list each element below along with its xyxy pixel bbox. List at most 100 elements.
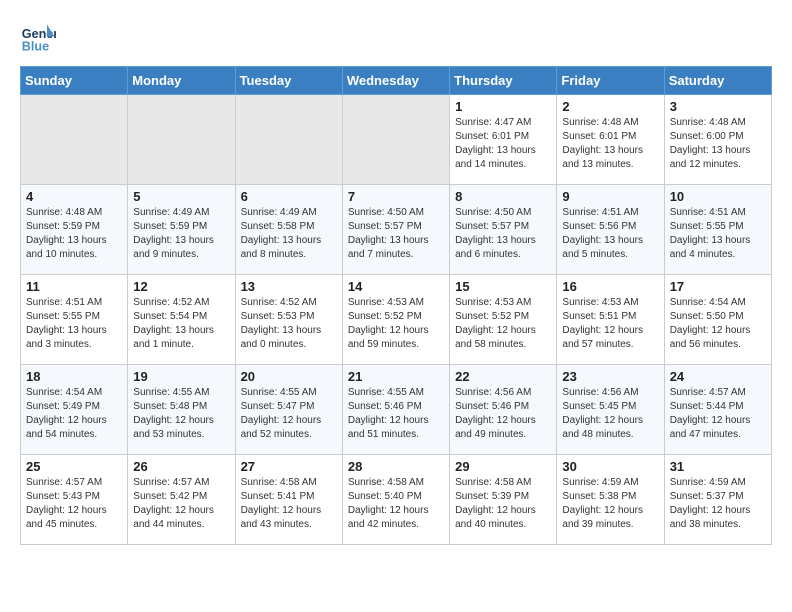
day-number: 25 [26, 459, 122, 474]
calendar-cell: 23 Sunrise: 4:56 AM Sunset: 5:45 PM Dayli… [557, 365, 664, 455]
day-info: Sunrise: 4:53 AM Sunset: 5:52 PM Dayligh… [455, 296, 551, 352]
day-number: 7 [348, 189, 444, 204]
day-number: 13 [241, 279, 337, 294]
calendar-cell: 6 Sunrise: 4:49 AM Sunset: 5:58 PM Daylig… [235, 185, 342, 275]
weekday-header-wednesday: Wednesday [342, 67, 449, 95]
calendar-cell: 16 Sunrise: 4:53 AM Sunset: 5:51 PM Dayli… [557, 275, 664, 365]
calendar-cell: 27Sunrise: 4:58 AM Sunset: 5:41 PM Dayli… [235, 455, 342, 545]
day-info: Sunrise: 4:49 AM Sunset: 5:58 PM Dayligh… [241, 206, 337, 262]
day-info: Sunrise: 4:59 AM Sunset: 5:38 PM Dayligh… [562, 476, 658, 532]
day-number: 18 [26, 369, 122, 384]
svg-text:Blue: Blue [22, 40, 49, 54]
calendar-cell: 25 Sunrise: 4:57 AM Sunset: 5:43 PM Dayli… [21, 455, 128, 545]
calendar-cell: 30 Sunrise: 4:59 AM Sunset: 5:38 PM Dayli… [557, 455, 664, 545]
calendar-cell: 20Sunrise: 4:55 AM Sunset: 5:47 PM Dayli… [235, 365, 342, 455]
weekday-header-thursday: Thursday [450, 67, 557, 95]
day-info: Sunrise: 4:48 AM Sunset: 5:59 PM Dayligh… [26, 206, 122, 262]
calendar-cell: 26 Sunrise: 4:57 AM Sunset: 5:42 PM Dayli… [128, 455, 235, 545]
logo-icon: General Blue [20, 20, 56, 56]
calendar-cell: 2 Sunrise: 4:48 AM Sunset: 6:01 PM Daylig… [557, 95, 664, 185]
day-info: Sunrise: 4:55 AM Sunset: 5:46 PM Dayligh… [348, 386, 444, 442]
day-number: 11 [26, 279, 122, 294]
day-number: 26 [133, 459, 229, 474]
calendar-cell: 28 Sunrise: 4:58 AM Sunset: 5:40 PM Dayli… [342, 455, 449, 545]
day-number: 29 [455, 459, 551, 474]
calendar-cell: 22 Sunrise: 4:56 AM Sunset: 5:46 PM Dayli… [450, 365, 557, 455]
day-number: 4 [26, 189, 122, 204]
day-number: 22 [455, 369, 551, 384]
day-info: Sunrise: 4:51 AM Sunset: 5:55 PM Dayligh… [670, 206, 766, 262]
day-number: 31 [670, 459, 766, 474]
day-number: 12 [133, 279, 229, 294]
calendar-cell: 14Sunrise: 4:53 AM Sunset: 5:52 PM Dayli… [342, 275, 449, 365]
calendar-week-2: 4 Sunrise: 4:48 AM Sunset: 5:59 PM Daylig… [21, 185, 772, 275]
weekday-header-friday: Friday [557, 67, 664, 95]
day-number: 27 [241, 459, 337, 474]
day-number: 1 [455, 99, 551, 114]
calendar-cell: 29 Sunrise: 4:58 AM Sunset: 5:39 PM Dayli… [450, 455, 557, 545]
day-info: Sunrise: 4:55 AM Sunset: 5:47 PM Dayligh… [241, 386, 337, 442]
calendar-cell: 11Sunrise: 4:51 AM Sunset: 5:55 PM Dayli… [21, 275, 128, 365]
day-number: 23 [562, 369, 658, 384]
day-info: Sunrise: 4:58 AM Sunset: 5:40 PM Dayligh… [348, 476, 444, 532]
day-info: Sunrise: 4:56 AM Sunset: 5:46 PM Dayligh… [455, 386, 551, 442]
day-number: 6 [241, 189, 337, 204]
day-info: Sunrise: 4:49 AM Sunset: 5:59 PM Dayligh… [133, 206, 229, 262]
day-info: Sunrise: 4:54 AM Sunset: 5:50 PM Dayligh… [670, 296, 766, 352]
weekday-header-monday: Monday [128, 67, 235, 95]
day-number: 30 [562, 459, 658, 474]
day-number: 21 [348, 369, 444, 384]
day-info: Sunrise: 4:57 AM Sunset: 5:44 PM Dayligh… [670, 386, 766, 442]
calendar-week-3: 11Sunrise: 4:51 AM Sunset: 5:55 PM Dayli… [21, 275, 772, 365]
day-info: Sunrise: 4:59 AM Sunset: 5:37 PM Dayligh… [670, 476, 766, 532]
calendar-cell: 8Sunrise: 4:50 AM Sunset: 5:57 PM Daylig… [450, 185, 557, 275]
calendar-cell: 4 Sunrise: 4:48 AM Sunset: 5:59 PM Daylig… [21, 185, 128, 275]
calendar-cell [235, 95, 342, 185]
day-info: Sunrise: 4:55 AM Sunset: 5:48 PM Dayligh… [133, 386, 229, 442]
day-info: Sunrise: 4:57 AM Sunset: 5:43 PM Dayligh… [26, 476, 122, 532]
calendar-cell: 7Sunrise: 4:50 AM Sunset: 5:57 PM Daylig… [342, 185, 449, 275]
calendar-cell: 19Sunrise: 4:55 AM Sunset: 5:48 PM Dayli… [128, 365, 235, 455]
calendar-week-1: 1 Sunrise: 4:47 AM Sunset: 6:01 PM Daylig… [21, 95, 772, 185]
day-number: 24 [670, 369, 766, 384]
calendar-cell: 17 Sunrise: 4:54 AM Sunset: 5:50 PM Dayli… [664, 275, 771, 365]
day-number: 17 [670, 279, 766, 294]
day-info: Sunrise: 4:56 AM Sunset: 5:45 PM Dayligh… [562, 386, 658, 442]
day-info: Sunrise: 4:48 AM Sunset: 6:00 PM Dayligh… [670, 116, 766, 172]
calendar-cell: 18 Sunrise: 4:54 AM Sunset: 5:49 PM Dayli… [21, 365, 128, 455]
calendar-table: SundayMondayTuesdayWednesdayThursdayFrid… [20, 66, 772, 545]
day-number: 9 [562, 189, 658, 204]
weekday-header-saturday: Saturday [664, 67, 771, 95]
calendar-cell: 21 Sunrise: 4:55 AM Sunset: 5:46 PM Dayli… [342, 365, 449, 455]
day-info: Sunrise: 4:53 AM Sunset: 5:51 PM Dayligh… [562, 296, 658, 352]
day-info: Sunrise: 4:47 AM Sunset: 6:01 PM Dayligh… [455, 116, 551, 172]
weekday-header-sunday: Sunday [21, 67, 128, 95]
day-info: Sunrise: 4:54 AM Sunset: 5:49 PM Dayligh… [26, 386, 122, 442]
day-number: 3 [670, 99, 766, 114]
calendar-cell: 10 Sunrise: 4:51 AM Sunset: 5:55 PM Dayli… [664, 185, 771, 275]
calendar-cell [128, 95, 235, 185]
day-number: 5 [133, 189, 229, 204]
day-info: Sunrise: 4:53 AM Sunset: 5:52 PM Dayligh… [348, 296, 444, 352]
calendar-cell [342, 95, 449, 185]
logo: General Blue [20, 20, 60, 56]
day-number: 10 [670, 189, 766, 204]
day-number: 16 [562, 279, 658, 294]
day-info: Sunrise: 4:50 AM Sunset: 5:57 PM Dayligh… [455, 206, 551, 262]
day-info: Sunrise: 4:51 AM Sunset: 5:56 PM Dayligh… [562, 206, 658, 262]
day-info: Sunrise: 4:57 AM Sunset: 5:42 PM Dayligh… [133, 476, 229, 532]
day-info: Sunrise: 4:52 AM Sunset: 5:53 PM Dayligh… [241, 296, 337, 352]
day-number: 15 [455, 279, 551, 294]
calendar-cell: 15 Sunrise: 4:53 AM Sunset: 5:52 PM Dayli… [450, 275, 557, 365]
day-info: Sunrise: 4:58 AM Sunset: 5:39 PM Dayligh… [455, 476, 551, 532]
day-number: 2 [562, 99, 658, 114]
calendar-cell: 9 Sunrise: 4:51 AM Sunset: 5:56 PM Daylig… [557, 185, 664, 275]
day-info: Sunrise: 4:48 AM Sunset: 6:01 PM Dayligh… [562, 116, 658, 172]
calendar-cell: 3 Sunrise: 4:48 AM Sunset: 6:00 PM Daylig… [664, 95, 771, 185]
weekday-header-tuesday: Tuesday [235, 67, 342, 95]
calendar-week-4: 18 Sunrise: 4:54 AM Sunset: 5:49 PM Dayli… [21, 365, 772, 455]
calendar-cell: 13 Sunrise: 4:52 AM Sunset: 5:53 PM Dayli… [235, 275, 342, 365]
calendar-cell [21, 95, 128, 185]
calendar-cell: 1 Sunrise: 4:47 AM Sunset: 6:01 PM Daylig… [450, 95, 557, 185]
day-number: 28 [348, 459, 444, 474]
